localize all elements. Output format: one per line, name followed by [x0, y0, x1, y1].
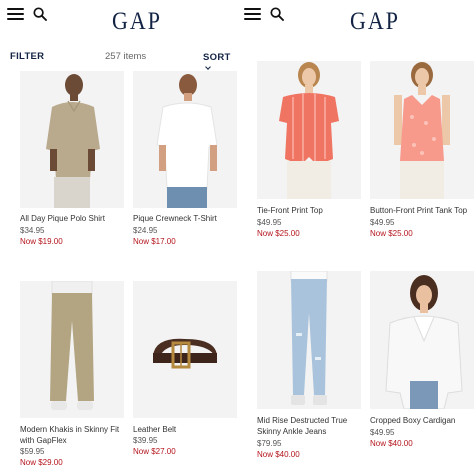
product-price: $34.95	[20, 226, 45, 235]
product-image[interactable]	[133, 71, 237, 208]
filter-button[interactable]: FILTER	[10, 51, 44, 62]
product-name[interactable]: Leather Belt	[133, 425, 237, 436]
search-icon[interactable]	[33, 7, 47, 21]
header: GAP	[0, 0, 237, 36]
product-image[interactable]	[370, 61, 474, 199]
header: GAP	[237, 0, 474, 36]
hamburger-menu-icon[interactable]	[7, 8, 24, 21]
product-sale-price: Now $29.00	[20, 458, 63, 467]
product-image[interactable]	[20, 281, 124, 418]
product-sale-price: Now $17.00	[133, 237, 176, 246]
product-sale-price: Now $19.00	[20, 237, 63, 246]
hamburger-menu-icon[interactable]	[244, 8, 261, 21]
product-sale-price: Now $40.00	[257, 450, 300, 459]
product-name[interactable]: Modern Khakis in Skinny Fit with GapFlex	[20, 425, 128, 446]
product-price: $49.95	[370, 428, 395, 437]
items-count: 257 items	[105, 51, 147, 62]
product-image[interactable]	[133, 281, 237, 418]
product-image[interactable]	[370, 271, 474, 409]
product-price: $59.95	[20, 447, 45, 456]
product-price: $24.95	[133, 226, 158, 235]
product-name[interactable]: Button-Front Print Tank Top	[370, 206, 474, 217]
right-phone-screen: GAP Tie-Front Print Top $49.95 Now $25.0…	[237, 0, 474, 474]
sort-label: SORT	[203, 52, 231, 63]
product-sale-price: Now $25.00	[370, 229, 413, 238]
left-phone-screen: GAP FILTER 257 items SORT All Day Pique …	[0, 0, 237, 474]
gap-logo[interactable]: GAP	[112, 6, 162, 36]
product-price: $49.95	[370, 218, 395, 227]
product-image[interactable]	[257, 271, 361, 409]
product-sale-price: Now $25.00	[257, 229, 300, 238]
product-name[interactable]: Cropped Boxy Cardigan	[370, 416, 474, 427]
product-price: $49.95	[257, 218, 282, 227]
product-image[interactable]	[20, 71, 124, 208]
product-name[interactable]: Tie-Front Print Top	[257, 206, 365, 217]
product-name[interactable]: All Day Pique Polo Shirt	[20, 214, 128, 225]
product-sale-price: Now $27.00	[133, 447, 176, 456]
product-price: $79.95	[257, 439, 282, 448]
product-name[interactable]: Pique Crewneck T-Shirt	[133, 214, 237, 225]
product-sale-price: Now $40.00	[370, 439, 413, 448]
chevron-down-icon	[205, 64, 211, 70]
product-image[interactable]	[257, 61, 361, 199]
gap-logo[interactable]: GAP	[350, 6, 400, 36]
search-icon[interactable]	[270, 7, 284, 21]
filter-sort-bar: FILTER 257 items SORT	[0, 50, 237, 70]
product-price: $39.95	[133, 436, 158, 445]
product-name[interactable]: Mid Rise Destructed True Skinny Ankle Je…	[257, 416, 365, 437]
